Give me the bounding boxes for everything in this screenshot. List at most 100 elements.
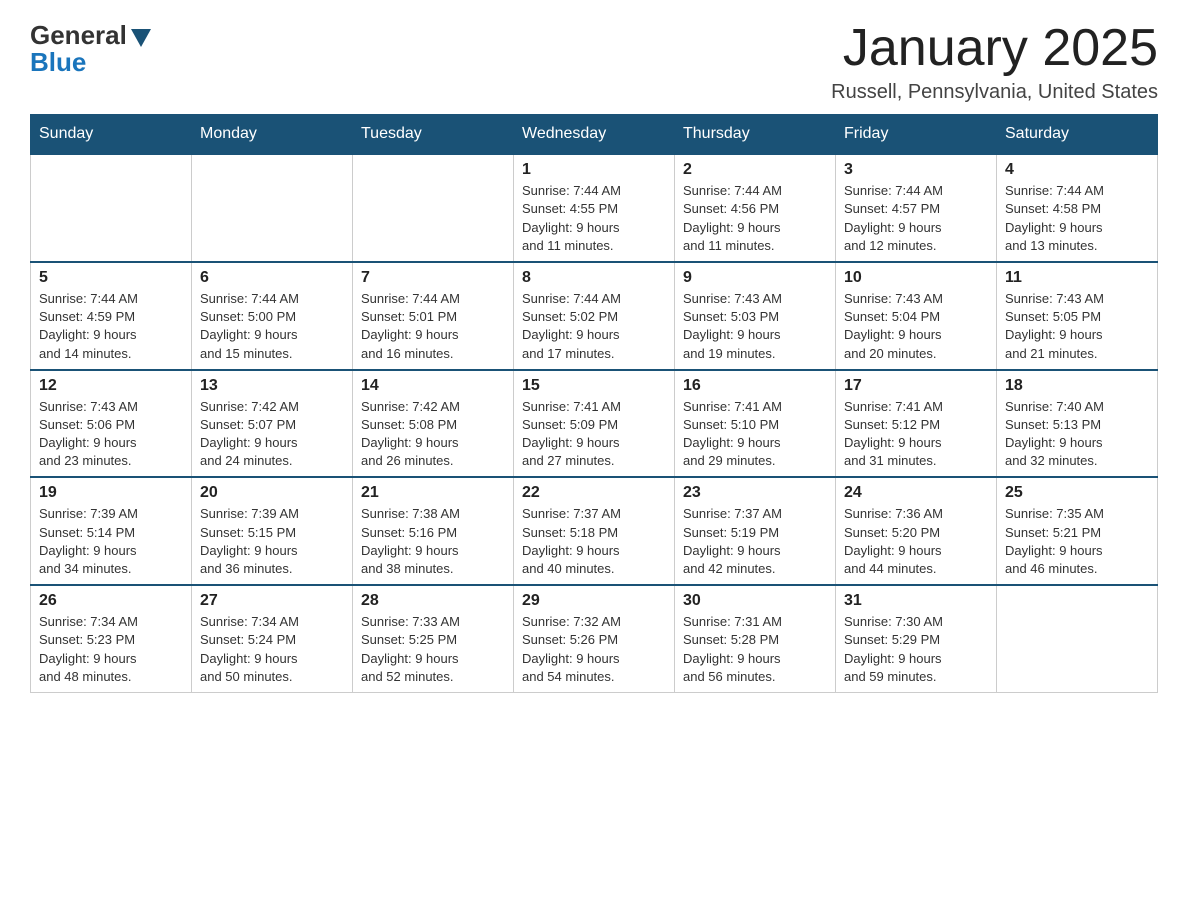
day-number: 28 xyxy=(361,592,505,610)
day-number: 2 xyxy=(683,161,827,179)
calendar-cell: 25Sunrise: 7:35 AM Sunset: 5:21 PM Dayli… xyxy=(997,477,1158,585)
calendar-header-row: SundayMondayTuesdayWednesdayThursdayFrid… xyxy=(31,115,1158,155)
calendar-cell: 3Sunrise: 7:44 AM Sunset: 4:57 PM Daylig… xyxy=(836,154,997,262)
page-header: General Blue January 2025 Russell, Penns… xyxy=(30,20,1158,104)
calendar-cell: 5Sunrise: 7:44 AM Sunset: 4:59 PM Daylig… xyxy=(31,262,192,370)
day-info: Sunrise: 7:44 AM Sunset: 5:01 PM Dayligh… xyxy=(361,290,505,363)
day-info: Sunrise: 7:39 AM Sunset: 5:15 PM Dayligh… xyxy=(200,505,344,578)
day-number: 12 xyxy=(39,377,183,395)
day-number: 3 xyxy=(844,161,988,179)
calendar-cell: 12 Sunrise: 7:43 AM Sunset: 5:06 PM Dayli… xyxy=(31,370,192,478)
day-info: Sunrise: 7:39 AM Sunset: 5:14 PM Dayligh… xyxy=(39,505,183,578)
day-info: Sunrise: 7:35 AM Sunset: 5:21 PM Dayligh… xyxy=(1005,505,1149,578)
calendar-week-row: 19Sunrise: 7:39 AM Sunset: 5:14 PM Dayli… xyxy=(31,477,1158,585)
day-number: 13 xyxy=(200,377,344,395)
day-info: Sunrise: 7:41 AM Sunset: 5:09 PM Dayligh… xyxy=(522,398,666,471)
calendar-cell: 22Sunrise: 7:37 AM Sunset: 5:18 PM Dayli… xyxy=(514,477,675,585)
calendar-week-row: 5Sunrise: 7:44 AM Sunset: 4:59 PM Daylig… xyxy=(31,262,1158,370)
calendar-cell: 4 Sunrise: 7:44 AM Sunset: 4:58 PM Daylig… xyxy=(997,154,1158,262)
calendar-cell xyxy=(192,154,353,262)
day-info: Sunrise: 7:42 AM Sunset: 5:08 PM Dayligh… xyxy=(361,398,505,471)
day-number: 23 xyxy=(683,484,827,502)
calendar-cell xyxy=(31,154,192,262)
calendar-cell: 31 Sunrise: 7:30 AM Sunset: 5:29 PM Dayli… xyxy=(836,585,997,692)
header-tuesday: Tuesday xyxy=(353,115,514,155)
header-sunday: Sunday xyxy=(31,115,192,155)
day-number: 30 xyxy=(683,592,827,610)
day-number: 1 xyxy=(522,161,666,179)
day-info: Sunrise: 7:32 AM Sunset: 5:26 PM Dayligh… xyxy=(522,613,666,686)
calendar-cell: 26Sunrise: 7:34 AM Sunset: 5:23 PM Dayli… xyxy=(31,585,192,692)
calendar-table: SundayMondayTuesdayWednesdayThursdayFrid… xyxy=(30,114,1158,693)
header-thursday: Thursday xyxy=(675,115,836,155)
calendar-cell: 21 Sunrise: 7:38 AM Sunset: 5:16 PM Dayli… xyxy=(353,477,514,585)
calendar-cell: 23 Sunrise: 7:37 AM Sunset: 5:19 PM Dayli… xyxy=(675,477,836,585)
day-info: Sunrise: 7:44 AM Sunset: 4:55 PM Dayligh… xyxy=(522,182,666,255)
day-info: Sunrise: 7:42 AM Sunset: 5:07 PM Dayligh… xyxy=(200,398,344,471)
calendar-cell: 16Sunrise: 7:41 AM Sunset: 5:10 PM Dayli… xyxy=(675,370,836,478)
calendar-cell: 29 Sunrise: 7:32 AM Sunset: 5:26 PM Dayli… xyxy=(514,585,675,692)
day-number: 20 xyxy=(200,484,344,502)
header-friday: Friday xyxy=(836,115,997,155)
day-number: 31 xyxy=(844,592,988,610)
calendar-cell: 30Sunrise: 7:31 AM Sunset: 5:28 PM Dayli… xyxy=(675,585,836,692)
calendar-cell: 11 Sunrise: 7:43 AM Sunset: 5:05 PM Dayli… xyxy=(997,262,1158,370)
day-number: 5 xyxy=(39,269,183,287)
day-info: Sunrise: 7:34 AM Sunset: 5:23 PM Dayligh… xyxy=(39,613,183,686)
day-number: 11 xyxy=(1005,269,1149,287)
calendar-cell: 6Sunrise: 7:44 AM Sunset: 5:00 PM Daylig… xyxy=(192,262,353,370)
calendar-cell xyxy=(353,154,514,262)
calendar-cell: 17Sunrise: 7:41 AM Sunset: 5:12 PM Dayli… xyxy=(836,370,997,478)
calendar-cell: 15 Sunrise: 7:41 AM Sunset: 5:09 PM Dayli… xyxy=(514,370,675,478)
calendar-cell: 8 Sunrise: 7:44 AM Sunset: 5:02 PM Daylig… xyxy=(514,262,675,370)
calendar-cell: 27 Sunrise: 7:34 AM Sunset: 5:24 PM Dayli… xyxy=(192,585,353,692)
day-number: 18 xyxy=(1005,377,1149,395)
day-number: 21 xyxy=(361,484,505,502)
calendar-cell: 14 Sunrise: 7:42 AM Sunset: 5:08 PM Dayli… xyxy=(353,370,514,478)
logo-blue-text: Blue xyxy=(30,47,86,78)
calendar-cell: 20 Sunrise: 7:39 AM Sunset: 5:15 PM Dayli… xyxy=(192,477,353,585)
header-monday: Monday xyxy=(192,115,353,155)
calendar-cell: 24Sunrise: 7:36 AM Sunset: 5:20 PM Dayli… xyxy=(836,477,997,585)
day-number: 29 xyxy=(522,592,666,610)
day-info: Sunrise: 7:43 AM Sunset: 5:04 PM Dayligh… xyxy=(844,290,988,363)
header-saturday: Saturday xyxy=(997,115,1158,155)
header-wednesday: Wednesday xyxy=(514,115,675,155)
calendar-week-row: 12 Sunrise: 7:43 AM Sunset: 5:06 PM Dayli… xyxy=(31,370,1158,478)
calendar-cell: 2 Sunrise: 7:44 AM Sunset: 4:56 PM Daylig… xyxy=(675,154,836,262)
day-number: 22 xyxy=(522,484,666,502)
day-number: 16 xyxy=(683,377,827,395)
day-info: Sunrise: 7:43 AM Sunset: 5:05 PM Dayligh… xyxy=(1005,290,1149,363)
calendar-week-row: 1 Sunrise: 7:44 AM Sunset: 4:55 PM Daylig… xyxy=(31,154,1158,262)
day-info: Sunrise: 7:30 AM Sunset: 5:29 PM Dayligh… xyxy=(844,613,988,686)
day-info: Sunrise: 7:37 AM Sunset: 5:19 PM Dayligh… xyxy=(683,505,827,578)
day-info: Sunrise: 7:44 AM Sunset: 4:56 PM Dayligh… xyxy=(683,182,827,255)
day-info: Sunrise: 7:44 AM Sunset: 4:58 PM Dayligh… xyxy=(1005,182,1149,255)
calendar-cell: 28 Sunrise: 7:33 AM Sunset: 5:25 PM Dayli… xyxy=(353,585,514,692)
day-number: 9 xyxy=(683,269,827,287)
day-info: Sunrise: 7:44 AM Sunset: 5:02 PM Dayligh… xyxy=(522,290,666,363)
day-info: Sunrise: 7:40 AM Sunset: 5:13 PM Dayligh… xyxy=(1005,398,1149,471)
day-info: Sunrise: 7:34 AM Sunset: 5:24 PM Dayligh… xyxy=(200,613,344,686)
day-number: 27 xyxy=(200,592,344,610)
day-number: 14 xyxy=(361,377,505,395)
day-number: 6 xyxy=(200,269,344,287)
calendar-cell: 7Sunrise: 7:44 AM Sunset: 5:01 PM Daylig… xyxy=(353,262,514,370)
day-info: Sunrise: 7:41 AM Sunset: 5:12 PM Dayligh… xyxy=(844,398,988,471)
calendar-cell: 18 Sunrise: 7:40 AM Sunset: 5:13 PM Dayli… xyxy=(997,370,1158,478)
calendar-week-row: 26Sunrise: 7:34 AM Sunset: 5:23 PM Dayli… xyxy=(31,585,1158,692)
day-number: 15 xyxy=(522,377,666,395)
calendar-cell xyxy=(997,585,1158,692)
day-info: Sunrise: 7:38 AM Sunset: 5:16 PM Dayligh… xyxy=(361,505,505,578)
day-info: Sunrise: 7:36 AM Sunset: 5:20 PM Dayligh… xyxy=(844,505,988,578)
calendar-subtitle: Russell, Pennsylvania, United States xyxy=(831,81,1158,104)
day-number: 10 xyxy=(844,269,988,287)
day-info: Sunrise: 7:43 AM Sunset: 5:03 PM Dayligh… xyxy=(683,290,827,363)
day-number: 4 xyxy=(1005,161,1149,179)
day-info: Sunrise: 7:43 AM Sunset: 5:06 PM Dayligh… xyxy=(39,398,183,471)
calendar-title: January 2025 xyxy=(831,20,1158,77)
day-number: 8 xyxy=(522,269,666,287)
calendar-cell: 19Sunrise: 7:39 AM Sunset: 5:14 PM Dayli… xyxy=(31,477,192,585)
day-info: Sunrise: 7:33 AM Sunset: 5:25 PM Dayligh… xyxy=(361,613,505,686)
calendar-cell: 9 Sunrise: 7:43 AM Sunset: 5:03 PM Daylig… xyxy=(675,262,836,370)
